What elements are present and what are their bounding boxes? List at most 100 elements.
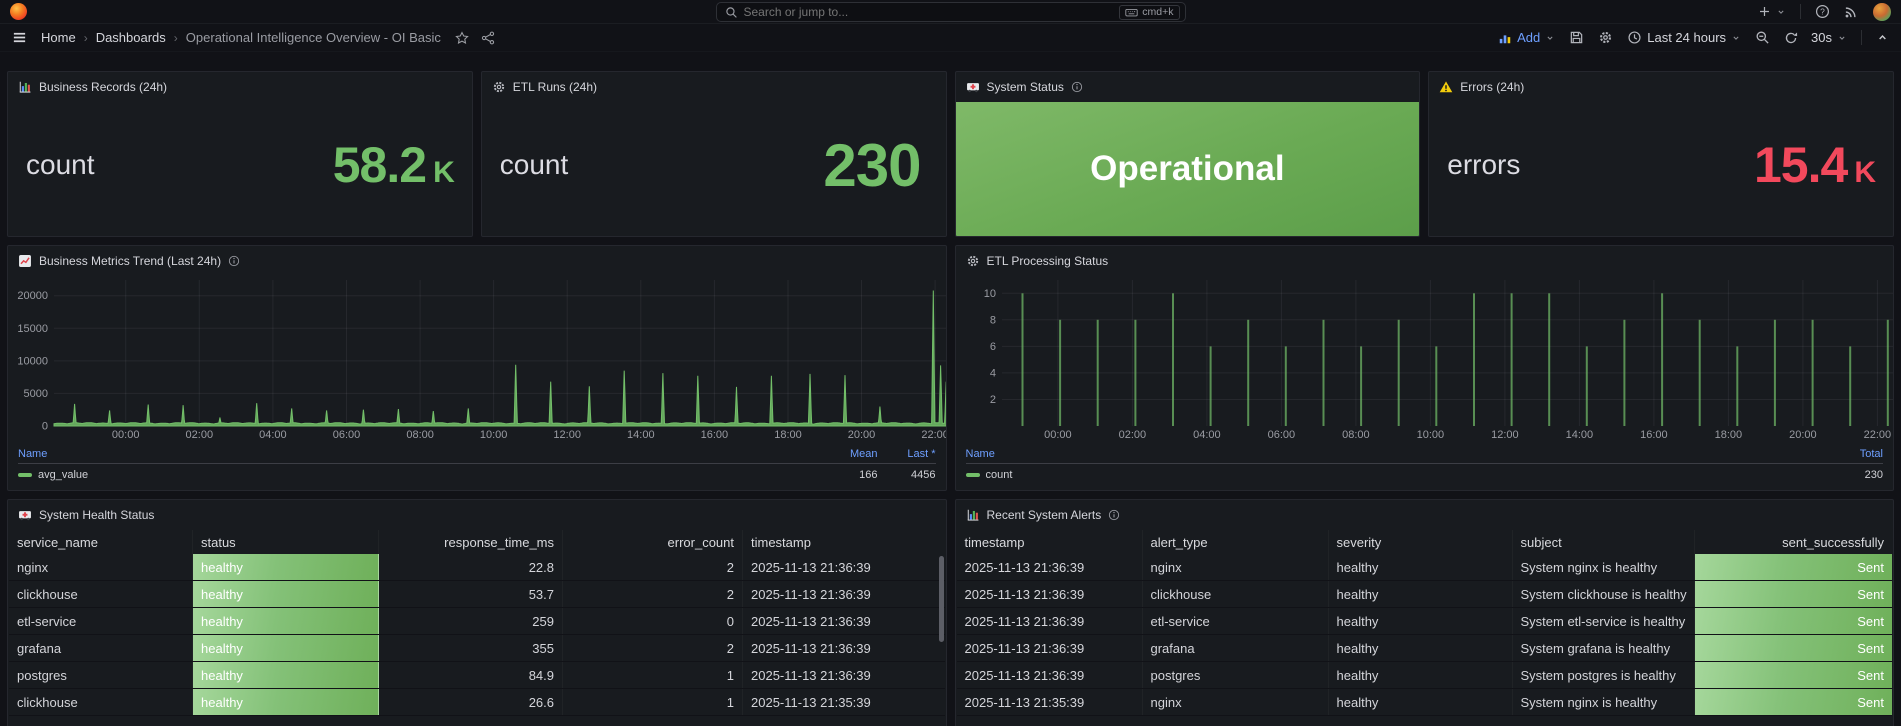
- help-icon[interactable]: [1815, 4, 1830, 19]
- status-badge[interactable]: healthy: [193, 554, 379, 580]
- status-badge[interactable]: healthy: [193, 689, 379, 715]
- panel-header[interactable]: Business Metrics Trend (Last 24h): [8, 246, 946, 276]
- business-chart-canvas[interactable]: 00:00 02:00 04:00 06:00 08:00 10:00 12:00 14:00…: [16, 276, 947, 442]
- search-input[interactable]: [743, 5, 1114, 19]
- time-series-chart[interactable]: 00:00 02:00 04:00 06:00 08:00 10:00 12:00 14:00…: [8, 276, 946, 444]
- graph-bar-icon: [1498, 31, 1512, 45]
- svg-text:14:00: 14:00: [627, 429, 655, 441]
- svg-text:18:00: 18:00: [1714, 429, 1742, 441]
- info-icon[interactable]: [1108, 509, 1120, 521]
- column-header-response_time_ms[interactable]: response_time_ms: [379, 530, 563, 554]
- column-header-service_name[interactable]: service_name: [9, 530, 193, 554]
- column-header-alert_type[interactable]: alert_type: [1143, 530, 1329, 554]
- status-badge[interactable]: healthy: [193, 608, 379, 634]
- table-cell: 2025-11-13 21:35:39: [751, 694, 871, 710]
- legend-header-total[interactable]: Total: [1825, 448, 1883, 460]
- legend-header-name[interactable]: Name: [966, 448, 1826, 460]
- legend-divider: [18, 463, 936, 464]
- panel-etl-runs: ETL Runs (24h) count 230: [480, 71, 947, 237]
- breadcrumb-separator: ›: [83, 30, 88, 45]
- user-avatar[interactable]: [1873, 2, 1891, 21]
- stat-value: 58.2 K: [332, 137, 455, 193]
- column-header-subject[interactable]: subject: [1513, 530, 1695, 554]
- save-dashboard-icon[interactable]: [1569, 30, 1584, 45]
- stat-suffix: K: [433, 156, 455, 189]
- table-header-row: timestamp alert_type severity subject sent_s…: [957, 530, 1893, 554]
- status-badge[interactable]: Sent: [1694, 608, 1892, 634]
- search-bar[interactable]: cmd+k: [715, 2, 1186, 22]
- status-badge[interactable]: Sent: [1694, 554, 1892, 580]
- column-header-timestamp[interactable]: timestamp: [743, 530, 945, 554]
- table-cell: nginx: [1143, 689, 1329, 715]
- panel-title: ETL Processing Status: [986, 254, 1109, 268]
- new-menu-button[interactable]: [1758, 5, 1786, 18]
- svg-text:20:00: 20:00: [1789, 429, 1817, 441]
- column-header-severity[interactable]: severity: [1329, 530, 1513, 554]
- zoom-out-icon[interactable]: [1755, 30, 1770, 45]
- legend-series[interactable]: avg_value: [18, 469, 820, 481]
- refresh-interval-label[interactable]: 30s: [1811, 30, 1832, 45]
- breadcrumb-dashboards[interactable]: Dashboards: [96, 30, 166, 45]
- info-icon[interactable]: [228, 255, 240, 267]
- panel-recent-system-alerts: Recent System Alerts timestamp alert_type…: [954, 499, 1894, 726]
- series-name[interactable]: count: [986, 469, 1013, 481]
- share-icon[interactable]: [481, 31, 495, 45]
- panel-header[interactable]: ETL Processing Status: [956, 246, 1894, 276]
- panel-header[interactable]: Business Records (24h): [8, 72, 472, 102]
- status-body: Operational: [955, 102, 1420, 236]
- column-header-error_count[interactable]: error_count: [563, 530, 743, 554]
- status-badge[interactable]: Sent: [1694, 635, 1892, 661]
- table-scrollbar[interactable]: [938, 556, 944, 642]
- table-row: grafana healthy 355 2 2025-11-13 21:36:39: [9, 635, 945, 662]
- favorite-star-icon[interactable]: [455, 31, 469, 45]
- series-name[interactable]: avg_value: [38, 469, 88, 481]
- grafana-logo[interactable]: [10, 3, 27, 20]
- news-rss-icon[interactable]: [1844, 4, 1859, 19]
- legend-header-name[interactable]: Name: [18, 448, 820, 460]
- add-panel-button[interactable]: Add: [1498, 30, 1555, 45]
- panel-header[interactable]: Errors (24h): [1429, 72, 1893, 102]
- panel-header[interactable]: System Health Status: [8, 500, 946, 530]
- table-cell: etl-service: [9, 608, 193, 634]
- legend-series[interactable]: count: [965, 469, 1826, 481]
- panel-errors: Errors (24h) errors 15.4 K: [1428, 71, 1894, 237]
- table-cell: 355: [379, 635, 563, 661]
- etl-chart-canvas[interactable]: 00:00 02:00 04:00 06:00 08:00 10:00 12:00 14:00…: [964, 276, 1895, 442]
- legend-header-mean[interactable]: Mean: [820, 448, 878, 460]
- status-badge[interactable]: healthy: [193, 635, 379, 661]
- breadcrumb-home[interactable]: Home: [41, 30, 76, 45]
- table-cell: 84.9: [379, 662, 563, 688]
- panel-header[interactable]: Recent System Alerts: [956, 500, 1894, 530]
- panel-header[interactable]: System Status: [956, 72, 1420, 102]
- table-row: clickhouse healthy 53.7 2 2025-11-13 21:36:3…: [9, 581, 945, 608]
- panel-title: ETL Runs (24h): [512, 80, 598, 94]
- status-badge[interactable]: healthy: [193, 662, 379, 688]
- bar-chart[interactable]: 00:00 02:00 04:00 06:00 08:00 10:00 12:00 14:00…: [956, 276, 1894, 444]
- status-badge[interactable]: Sent: [1694, 662, 1892, 688]
- status-badge[interactable]: Sent: [1694, 581, 1892, 607]
- svg-text:2: 2: [989, 394, 995, 406]
- table-row: 2025-11-13 21:36:39 postgres healthy System…: [956, 662, 1892, 689]
- refresh-icon[interactable]: [1784, 31, 1798, 45]
- table-cell: clickhouse: [9, 581, 193, 607]
- menu-toggle-icon[interactable]: [12, 30, 27, 45]
- time-range-picker[interactable]: Last 24 hours: [1627, 30, 1741, 45]
- column-header-sent_successfully[interactable]: sent_successfully: [1695, 530, 1893, 554]
- table-cell: 2: [563, 581, 743, 607]
- info-icon[interactable]: [1071, 81, 1083, 93]
- table-cell: 2025-11-13 21:36:39: [957, 581, 1143, 607]
- legend-header-last[interactable]: Last *: [878, 448, 935, 460]
- table-row: nginx healthy 22.8 2 2025-11-13 21:36:39: [9, 554, 945, 581]
- panel-header[interactable]: ETL Runs (24h): [482, 72, 946, 102]
- svg-text:06:00: 06:00: [333, 429, 361, 441]
- dashboard-settings-icon[interactable]: [1598, 30, 1613, 45]
- status-badge[interactable]: Sent: [1694, 689, 1892, 715]
- kiosk-caret-up-icon[interactable]: [1876, 31, 1889, 44]
- legend-series-row: count 230: [965, 466, 1883, 483]
- table-cell: healthy: [1329, 662, 1513, 688]
- svg-text:10: 10: [983, 288, 995, 300]
- column-header-timestamp[interactable]: timestamp: [957, 530, 1143, 554]
- column-header-status[interactable]: status: [193, 530, 379, 554]
- legend-series-row: avg_value 166 4456: [18, 466, 936, 483]
- status-badge[interactable]: healthy: [193, 581, 379, 607]
